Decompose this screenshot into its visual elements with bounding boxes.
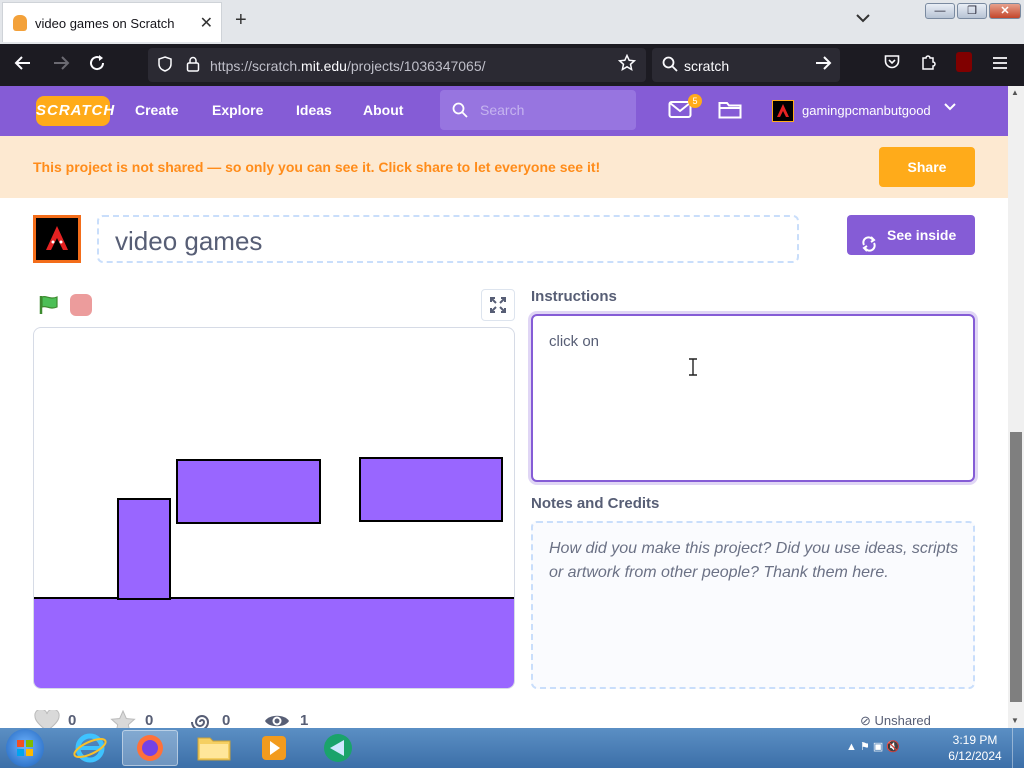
lock-icon[interactable] bbox=[186, 56, 200, 72]
stage-player-sprite bbox=[117, 498, 171, 600]
reload-icon[interactable] bbox=[88, 54, 106, 77]
tracking-shield-icon[interactable] bbox=[158, 56, 172, 72]
stage-canvas[interactable] bbox=[34, 328, 514, 688]
taskbar-clock[interactable]: 3:19 PM 6/12/2024 bbox=[944, 732, 1006, 764]
search-placeholder: Search bbox=[480, 102, 525, 118]
text-cursor-icon bbox=[688, 358, 698, 381]
share-button[interactable]: Share bbox=[879, 147, 975, 187]
search-input[interactable]: scratch bbox=[684, 58, 729, 74]
nav-about[interactable]: About bbox=[363, 102, 403, 118]
nav-explore[interactable]: Explore bbox=[212, 102, 263, 118]
chat-app-icon[interactable] bbox=[310, 730, 366, 766]
instructions-value[interactable]: click on bbox=[549, 333, 599, 350]
browser-tab-bar: video games on Scratch ✕ + — ❐ ✕ bbox=[0, 0, 1024, 44]
window-minimize-button[interactable]: — bbox=[925, 3, 955, 19]
system-tray-icons[interactable]: ▲ ⚑ ▣ 🔇 bbox=[846, 740, 900, 753]
scratch-menubar: SCRATCH Create Explore Ideas About Searc… bbox=[0, 86, 1008, 136]
tab-title: video games on Scratch bbox=[35, 16, 175, 31]
close-tab-icon[interactable]: ✕ bbox=[200, 13, 213, 33]
go-arrow-icon[interactable] bbox=[814, 54, 832, 77]
pocket-icon[interactable] bbox=[884, 54, 900, 75]
show-desktop-button[interactable] bbox=[1012, 728, 1024, 768]
hamburger-menu-icon[interactable] bbox=[992, 54, 1008, 75]
see-inside-button[interactable]: See inside bbox=[847, 215, 975, 255]
remix-count: 0 bbox=[222, 712, 231, 729]
scratch-search-input[interactable]: Search bbox=[440, 90, 636, 130]
share-status: ⊘ Unshared bbox=[860, 713, 931, 728]
project-title[interactable]: video games bbox=[115, 226, 262, 257]
forward-arrow-icon[interactable] bbox=[52, 54, 70, 77]
message-count-badge: 5 bbox=[688, 94, 702, 108]
chevron-down-icon[interactable] bbox=[944, 100, 956, 116]
search-icon bbox=[452, 102, 468, 123]
see-inside-label: See inside bbox=[887, 227, 957, 243]
browser-tab[interactable]: video games on Scratch ✕ bbox=[2, 2, 222, 42]
browser-toolbar: https://scratch.mit.edu/projects/1036347… bbox=[0, 44, 1024, 105]
scratch-favicon-icon bbox=[13, 15, 27, 31]
stage-platform-sprite bbox=[176, 459, 321, 524]
scroll-up-arrow-icon[interactable]: ▲ bbox=[1011, 88, 1019, 97]
banner-message: This project is not shared — so only you… bbox=[33, 159, 601, 175]
bookmark-star-icon[interactable] bbox=[617, 53, 637, 77]
window-restore-button[interactable]: ❐ bbox=[957, 3, 987, 19]
favorite-count: 0 bbox=[145, 712, 154, 729]
stage-platform-sprite bbox=[359, 457, 503, 522]
nav-ideas[interactable]: Ideas bbox=[296, 102, 332, 118]
not-shared-banner: This project is not shared — so only you… bbox=[0, 136, 1008, 198]
project-stage[interactable] bbox=[33, 327, 515, 689]
notes-placeholder: How did you make this project? Did you u… bbox=[549, 540, 959, 581]
clock-time: 3:19 PM bbox=[952, 733, 998, 747]
scroll-down-arrow-icon[interactable]: ▼ bbox=[1011, 716, 1019, 725]
file-explorer-folder-icon[interactable] bbox=[186, 730, 242, 766]
instructions-heading: Instructions bbox=[531, 288, 617, 305]
user-avatar[interactable] bbox=[772, 100, 794, 122]
notes-heading: Notes and Credits bbox=[531, 495, 660, 512]
address-bar[interactable]: https://scratch.mit.edu/projects/1036347… bbox=[148, 48, 646, 82]
project-author-avatar[interactable] bbox=[33, 215, 81, 263]
fullscreen-button[interactable] bbox=[481, 289, 515, 321]
start-button[interactable] bbox=[6, 729, 44, 767]
notes-textarea[interactable]: How did you make this project? Did you u… bbox=[531, 521, 975, 689]
web-search-bar[interactable]: scratch bbox=[652, 48, 840, 82]
clock-date: 6/12/2024 bbox=[948, 749, 1002, 763]
view-count: 1 bbox=[300, 712, 309, 729]
extensions-puzzle-icon[interactable] bbox=[920, 54, 936, 75]
url-text[interactable]: https://scratch.mit.edu/projects/1036347… bbox=[210, 58, 486, 74]
back-arrow-icon[interactable] bbox=[14, 54, 32, 77]
windows-taskbar: ▲ ⚑ ▣ 🔇 3:19 PM 6/12/2024 bbox=[0, 728, 1024, 768]
ublock-shield-icon[interactable] bbox=[956, 52, 972, 72]
instructions-textarea[interactable]: click on bbox=[531, 314, 975, 482]
new-tab-button[interactable]: + bbox=[235, 9, 247, 32]
window-close-button[interactable]: ✕ bbox=[989, 3, 1021, 19]
nav-create[interactable]: Create bbox=[135, 102, 179, 118]
internet-explorer-icon[interactable] bbox=[62, 730, 118, 766]
stage-ground-sprite bbox=[34, 598, 514, 688]
remix-arrows-icon bbox=[861, 227, 877, 267]
fullscreen-icon bbox=[490, 297, 506, 318]
project-title-input[interactable]: video games bbox=[97, 215, 799, 263]
green-flag-icon[interactable] bbox=[38, 294, 60, 321]
list-tabs-chevron-icon[interactable] bbox=[856, 10, 870, 26]
media-player-icon[interactable] bbox=[246, 730, 302, 766]
scrollbar-thumb[interactable] bbox=[1010, 432, 1022, 702]
love-count: 0 bbox=[68, 712, 77, 729]
search-icon bbox=[662, 56, 678, 77]
stop-sign-icon[interactable] bbox=[70, 294, 92, 316]
firefox-taskbar-icon[interactable] bbox=[122, 730, 178, 766]
scratch-logo[interactable]: SCRATCH bbox=[36, 96, 114, 126]
username[interactable]: gamingpcmanbutgood bbox=[802, 103, 931, 118]
my-stuff-folder-icon[interactable] bbox=[718, 100, 742, 125]
